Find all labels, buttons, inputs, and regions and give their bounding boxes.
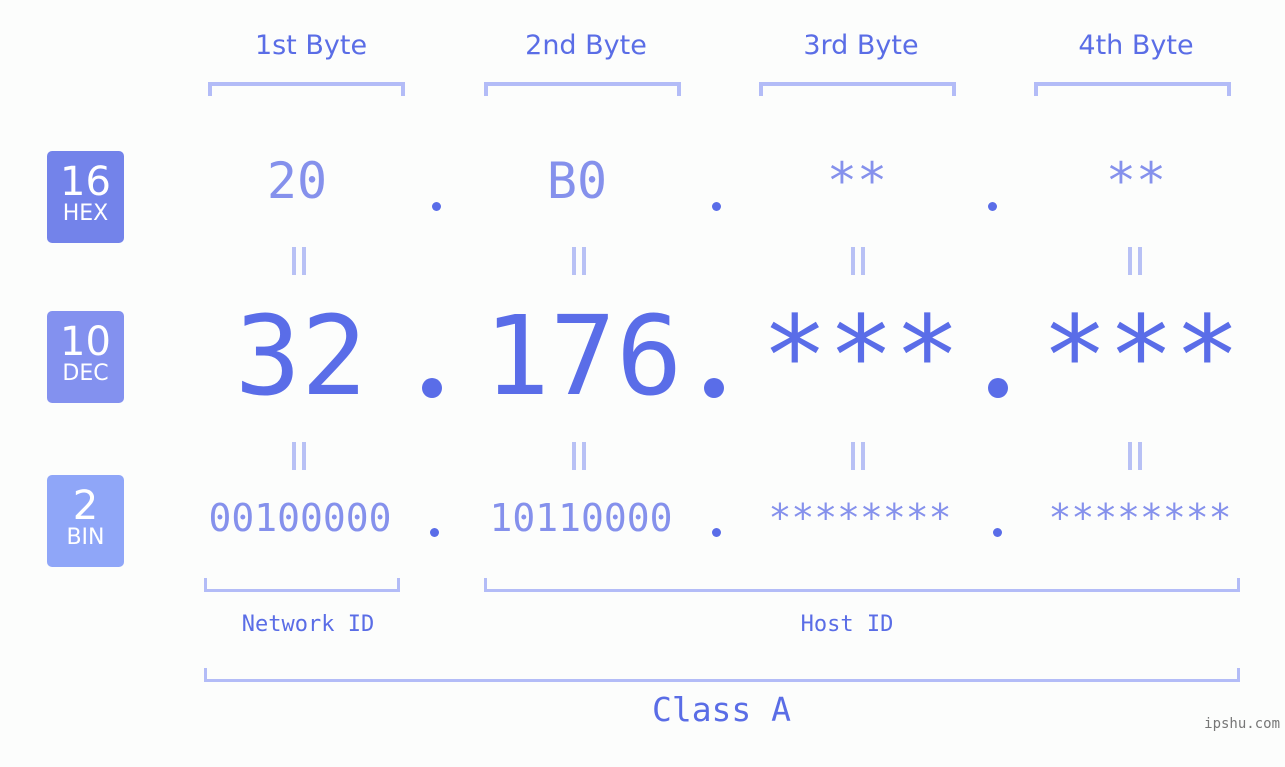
hex-separator-dot — [988, 202, 997, 211]
watermark: ipshu.com — [1204, 716, 1280, 732]
bin-separator-dot — [430, 528, 439, 537]
dec-base-number: 10 — [60, 319, 111, 365]
byte-bracket-1 — [208, 82, 405, 96]
bin-separator-dot — [993, 528, 1002, 537]
dec-byte-4: *** — [1041, 292, 1241, 420]
equals-icon — [851, 247, 867, 275]
bin-base-number: 2 — [72, 483, 99, 529]
class-label: Class A — [651, 690, 792, 729]
byte-header-2: 2nd Byte — [525, 30, 647, 61]
dec-base-label: DEC — [62, 361, 109, 386]
hex-byte-4: ** — [1105, 152, 1167, 210]
bin-byte-3: ******** — [768, 496, 952, 540]
equals-icon — [292, 247, 308, 275]
network-id-bracket — [204, 578, 400, 592]
dec-byte-3: *** — [761, 292, 961, 420]
bin-byte-2: 10110000 — [489, 496, 673, 540]
byte-header-4: 4th Byte — [1078, 30, 1194, 61]
bin-byte-1: 00100000 — [208, 496, 392, 540]
bin-byte-4: ******** — [1048, 496, 1232, 540]
dec-byte-1: 32 — [234, 292, 368, 420]
byte-bracket-2 — [484, 82, 681, 96]
byte-header-3: 3rd Byte — [803, 30, 919, 61]
equals-icon — [851, 442, 867, 470]
hex-separator-dot — [432, 202, 441, 211]
host-id-bracket — [484, 578, 1240, 592]
dec-separator-dot — [988, 378, 1008, 398]
equals-icon — [1128, 247, 1144, 275]
host-id-label: Host ID — [800, 612, 894, 637]
dec-separator-dot — [422, 378, 442, 398]
hex-byte-2: B0 — [546, 152, 608, 210]
dec-badge: 10 DEC — [47, 311, 124, 403]
byte-bracket-4 — [1034, 82, 1231, 96]
dec-byte-2: 176 — [483, 292, 683, 420]
bin-badge: 2 BIN — [47, 475, 124, 567]
hex-byte-3: ** — [826, 152, 888, 210]
hex-separator-dot — [712, 202, 721, 211]
network-id-label: Network ID — [241, 612, 375, 637]
equals-icon — [572, 442, 588, 470]
equals-icon — [572, 247, 588, 275]
hex-byte-1: 20 — [266, 152, 328, 210]
hex-base-number: 16 — [60, 159, 111, 205]
hex-base-label: HEX — [62, 201, 109, 226]
byte-header-1: 1st Byte — [254, 30, 368, 61]
class-bracket — [204, 668, 1240, 682]
equals-icon — [292, 442, 308, 470]
bin-separator-dot — [712, 528, 721, 537]
equals-icon — [1128, 442, 1144, 470]
byte-bracket-3 — [759, 82, 956, 96]
dec-separator-dot — [704, 378, 724, 398]
hex-badge: 16 HEX — [47, 151, 124, 243]
bin-base-label: BIN — [66, 525, 105, 550]
